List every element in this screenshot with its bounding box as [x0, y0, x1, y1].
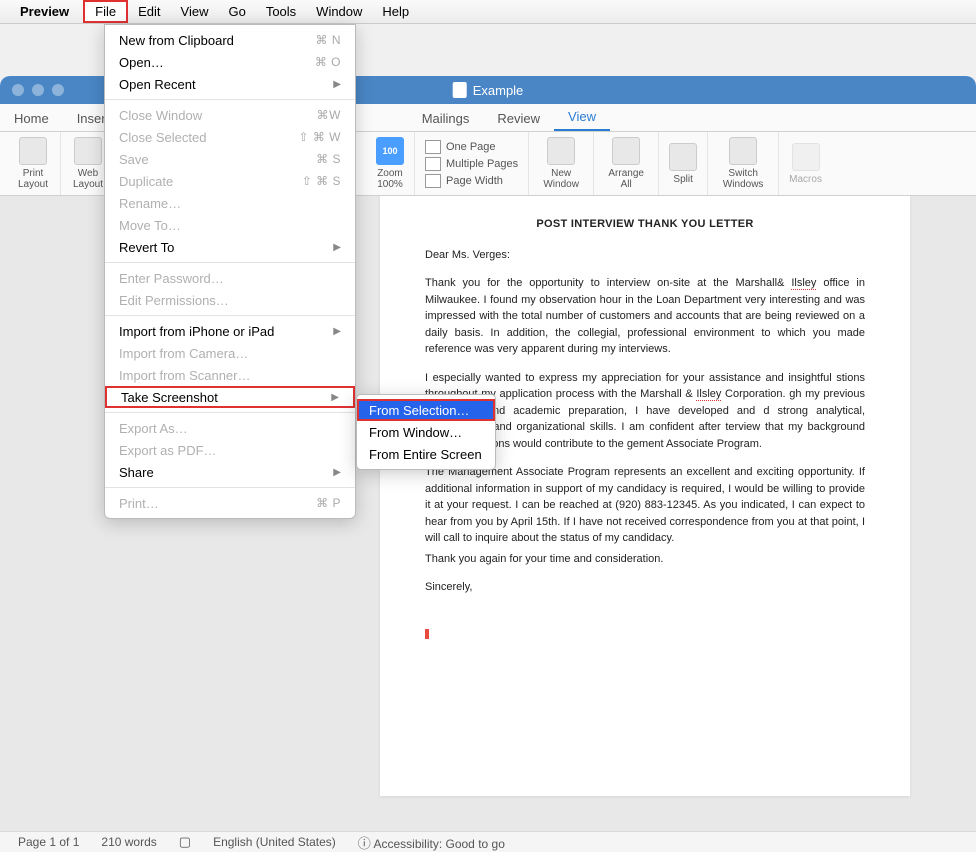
- menu-go[interactable]: Go: [218, 2, 255, 21]
- tab-review[interactable]: Review: [483, 106, 554, 131]
- document-icon: [453, 82, 467, 98]
- menu-separator: [105, 487, 355, 488]
- menu-export-as: Export As…: [105, 417, 355, 439]
- menu-file[interactable]: File: [83, 0, 128, 23]
- close-button[interactable]: [12, 84, 24, 96]
- text-cursor: [425, 629, 429, 639]
- accessibility-icon: ⓘ: [358, 836, 371, 851]
- menu-revert-to[interactable]: Revert To▶: [105, 236, 355, 258]
- menu-tools[interactable]: Tools: [256, 2, 306, 21]
- traffic-lights: [0, 84, 64, 96]
- submenu-from-selection[interactable]: From Selection…: [357, 399, 495, 421]
- menu-share[interactable]: Share▶: [105, 461, 355, 483]
- system-menubar: Preview File Edit View Go Tools Window H…: [0, 0, 976, 24]
- switch-windows-icon: [729, 137, 757, 165]
- menu-close-selected: Close Selected⇧ ⌘ W: [105, 126, 355, 148]
- window-title: Example: [473, 83, 524, 98]
- menu-print: Print…⌘ P: [105, 492, 355, 514]
- menu-separator: [105, 262, 355, 263]
- print-layout-button[interactable]: Print Layout: [12, 133, 54, 194]
- menu-edit-permissions: Edit Permissions…: [105, 289, 355, 311]
- paragraph-1: Thank you for the opportunity to intervi…: [425, 275, 865, 358]
- chevron-right-icon: ▶: [331, 392, 339, 403]
- menu-window[interactable]: Window: [306, 2, 372, 21]
- app-name[interactable]: Preview: [20, 4, 69, 19]
- document-page[interactable]: POST INTERVIEW THANK YOU LETTER Dear Ms.…: [380, 196, 910, 796]
- arrange-all-button[interactable]: Arrange All: [600, 133, 652, 194]
- macros-icon: [792, 143, 820, 171]
- menu-new-from-clipboard[interactable]: New from Clipboard⌘ N: [105, 29, 355, 51]
- arrange-all-icon: [612, 137, 640, 165]
- macros-button[interactable]: Macros: [785, 139, 826, 189]
- spell-error: Ilsley: [696, 388, 721, 401]
- status-bar: Page 1 of 1 210 words ▢ English (United …: [0, 831, 976, 852]
- paragraph-4: Thank you again for your time and consid…: [425, 551, 865, 568]
- menu-import-scanner: Import from Scanner…: [105, 364, 355, 386]
- chevron-right-icon: ▶: [333, 79, 341, 90]
- menu-open[interactable]: Open…⌘ O: [105, 51, 355, 73]
- menu-separator: [105, 99, 355, 100]
- menu-export-pdf: Export as PDF…: [105, 439, 355, 461]
- tab-home[interactable]: Home: [0, 106, 63, 131]
- new-window-button[interactable]: New Window: [535, 133, 587, 194]
- one-page-button[interactable]: One Page: [421, 139, 522, 155]
- web-layout-icon: [74, 137, 102, 165]
- menu-enter-password: Enter Password…: [105, 267, 355, 289]
- multiple-pages-icon: [425, 157, 441, 171]
- status-accessibility[interactable]: ⓘ Accessibility: Good to go: [358, 833, 505, 852]
- screenshot-submenu: From Selection… From Window… From Entire…: [356, 394, 496, 470]
- chevron-right-icon: ▶: [333, 326, 341, 337]
- menu-move-to: Move To…: [105, 214, 355, 236]
- menu-separator: [105, 412, 355, 413]
- menu-save: Save⌘ S: [105, 148, 355, 170]
- file-dropdown-menu: New from Clipboard⌘ N Open…⌘ O Open Rece…: [104, 24, 356, 519]
- menu-separator: [105, 315, 355, 316]
- menu-import-iphone[interactable]: Import from iPhone or iPad▶: [105, 320, 355, 342]
- closing: Sincerely,: [425, 579, 865, 596]
- menu-close-window: Close Window⌘W: [105, 104, 355, 126]
- split-button[interactable]: Split: [665, 139, 701, 189]
- status-page[interactable]: Page 1 of 1: [18, 835, 79, 849]
- salutation: Dear Ms. Verges:: [425, 247, 865, 264]
- print-layout-icon: [19, 137, 47, 165]
- page-width-icon: [425, 174, 441, 188]
- page-width-button[interactable]: Page Width: [421, 173, 522, 189]
- menu-take-screenshot[interactable]: Take Screenshot▶: [105, 386, 355, 408]
- menu-help[interactable]: Help: [372, 2, 419, 21]
- submenu-from-entire-screen[interactable]: From Entire Screen: [357, 443, 495, 465]
- menu-duplicate: Duplicate⇧ ⌘ S: [105, 170, 355, 192]
- split-icon: [669, 143, 697, 171]
- tab-view[interactable]: View: [554, 104, 610, 131]
- menu-view[interactable]: View: [171, 2, 219, 21]
- submenu-from-window[interactable]: From Window…: [357, 421, 495, 443]
- multiple-pages-button[interactable]: Multiple Pages: [421, 156, 522, 172]
- chevron-right-icon: ▶: [333, 242, 341, 253]
- web-layout-button[interactable]: Web Layout: [67, 133, 109, 194]
- chevron-right-icon: ▶: [333, 467, 341, 478]
- spellcheck-icon[interactable]: ▢: [179, 834, 191, 850]
- menu-import-camera: Import from Camera…: [105, 342, 355, 364]
- zoom-icon: 100: [376, 137, 404, 165]
- status-language[interactable]: English (United States): [213, 835, 336, 849]
- menu-edit[interactable]: Edit: [128, 2, 170, 21]
- zoom-button[interactable]: [52, 84, 64, 96]
- new-window-icon: [547, 137, 575, 165]
- spell-error: Ilsley: [791, 277, 816, 290]
- menu-rename: Rename…: [105, 192, 355, 214]
- zoom-button[interactable]: 100 Zoom100%: [372, 133, 408, 194]
- paragraph-3: The Management Associate Program represe…: [425, 464, 865, 547]
- status-words[interactable]: 210 words: [101, 835, 156, 849]
- document-heading: POST INTERVIEW THANK YOU LETTER: [425, 216, 865, 233]
- minimize-button[interactable]: [32, 84, 44, 96]
- switch-windows-button[interactable]: Switch Windows: [714, 133, 772, 194]
- menu-open-recent[interactable]: Open Recent▶: [105, 73, 355, 95]
- one-page-icon: [425, 140, 441, 154]
- tab-mailings[interactable]: Mailings: [408, 106, 484, 131]
